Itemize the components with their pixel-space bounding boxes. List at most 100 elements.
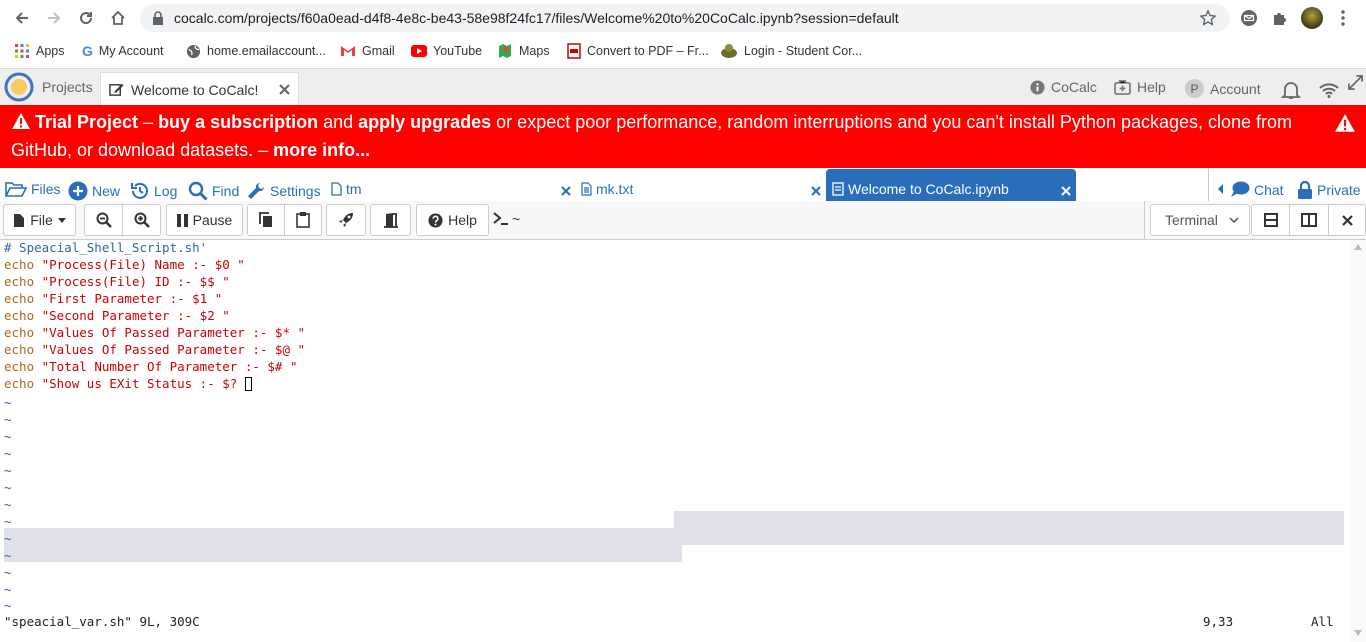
extension-mail-icon[interactable]	[1240, 9, 1258, 27]
rocket-icon	[338, 212, 354, 228]
terminal-prompt-label: ~	[493, 211, 520, 227]
file-menu-button[interactable]: File	[3, 204, 76, 236]
terminal-line-6: echo "Values Of Passed Parameter :- $* "	[4, 325, 306, 340]
chat-button[interactable]: Chat	[1230, 181, 1284, 198]
file-tab-welcome[interactable]: Welcome to CoCalc!	[100, 72, 299, 106]
copy-button[interactable]	[247, 204, 285, 236]
medkit-icon	[1114, 79, 1131, 95]
file-tab-tm[interactable]: tm	[331, 181, 362, 197]
pause-icon	[176, 213, 188, 227]
youtube-icon	[411, 45, 427, 57]
apply-upgrades-link[interactable]: apply upgrades	[358, 112, 491, 132]
star-icon[interactable]	[1199, 9, 1217, 27]
find-tab[interactable]: Find	[188, 181, 239, 201]
empty-line-marker: ~	[4, 531, 12, 546]
question-circle-icon	[428, 212, 443, 228]
empty-line-marker: ~	[4, 446, 12, 461]
split-vertical-icon	[1301, 213, 1317, 227]
terminal-line-7: echo "Values Of Passed Parameter :- $@ "	[4, 342, 306, 357]
zoom-out-icon	[96, 212, 112, 228]
chrome-menu-icon[interactable]	[1338, 9, 1348, 27]
projects-tab[interactable]: Projects	[0, 69, 100, 105]
status-cursor-position: 9,33	[1203, 614, 1234, 629]
bookmark-youtube[interactable]: YouTube	[411, 42, 482, 60]
clipboard-icon	[296, 212, 310, 228]
reload-icon[interactable]	[74, 6, 98, 30]
chevron-down-icon	[1229, 217, 1239, 223]
frame-type-select[interactable]: Terminal	[1150, 204, 1250, 236]
edit-icon	[109, 82, 124, 97]
scroll-up-arrow-icon[interactable]	[1354, 244, 1362, 250]
terminal-line-2: echo "Process(File) Name :- $0 "	[4, 257, 245, 272]
extensions-puzzle-icon[interactable]	[1271, 9, 1289, 27]
student-portal-icon	[720, 43, 738, 59]
account-avatar: P	[1185, 79, 1204, 98]
private-button[interactable]: Private	[1297, 181, 1361, 199]
tab-divider	[1208, 168, 1209, 201]
files-tab[interactable]: Files	[5, 181, 61, 197]
profile-avatar[interactable]	[1301, 7, 1323, 29]
split-horizontal-icon	[1263, 213, 1278, 227]
globe-icon	[186, 44, 201, 59]
paste-button[interactable]	[284, 204, 322, 236]
close-tm-tab-icon[interactable]	[561, 186, 571, 196]
file-tab-welcome-ipynb-label: Welcome to CoCalc.ipynb	[832, 181, 1009, 197]
close-tab-icon[interactable]	[279, 84, 290, 95]
bookmark-convert-pdf[interactable]: Convert to PDF – Fr...	[567, 42, 709, 60]
bookmark-login-student[interactable]: Login - Student Cor...	[720, 42, 862, 60]
fullscreen-icon[interactable]	[1348, 75, 1363, 90]
notifications-bell-icon[interactable]	[1281, 80, 1301, 100]
forward-icon[interactable]	[42, 6, 66, 30]
bookmark-maps[interactable]: Maps	[497, 42, 550, 60]
plus-circle-icon	[68, 181, 88, 201]
terminal-scrollbar[interactable]	[1350, 240, 1366, 642]
vim-status-line: "speacial_var.sh" 9L, 309C 9,33 All	[4, 613, 1344, 630]
door-icon	[383, 212, 399, 228]
empty-line-marker: ~	[4, 514, 12, 529]
account-link[interactable]: P Account	[1185, 79, 1261, 98]
split-horizontal-button[interactable]	[1251, 204, 1290, 236]
bookmark-home-emailaccount[interactable]: home.emailaccount...	[186, 42, 326, 60]
chevron-left-icon[interactable]	[1218, 184, 1224, 194]
close-mk-tab-icon[interactable]	[811, 186, 821, 196]
log-tab[interactable]: Log	[130, 181, 177, 201]
google-g-icon: G	[82, 43, 93, 59]
folder-open-icon	[5, 181, 27, 197]
terminal-line-5: echo "Second Parameter :- $2 "	[4, 308, 230, 323]
connection-wifi-icon[interactable]	[1318, 82, 1340, 98]
zoom-in-icon	[134, 212, 150, 228]
chat-bubble-icon	[1230, 181, 1250, 198]
zoom-in-button[interactable]	[122, 204, 161, 236]
more-info-link[interactable]: more info...	[273, 140, 370, 160]
bookmark-gmail[interactable]: Gmail	[340, 42, 395, 60]
rocket-button[interactable]	[326, 204, 366, 236]
close-welcome-tab-icon[interactable]	[1061, 186, 1071, 196]
file-tab-mk[interactable]: mk.txt	[581, 181, 633, 197]
url-text[interactable]: cocalc.com/projects/f60a0ead-d4f8-4e8c-b…	[174, 10, 899, 26]
bookmark-apps[interactable]: Apps	[14, 42, 65, 60]
lock-icon	[152, 11, 164, 25]
history-icon	[130, 181, 150, 201]
file-icon	[331, 182, 342, 196]
settings-tab[interactable]: Settings	[246, 181, 321, 201]
empty-line-marker: ~	[4, 548, 12, 563]
terminal-line-4: echo "First Parameter :- $1 "	[4, 291, 223, 306]
terminal-line-9: echo "Show us EXit Status :- $?	[4, 375, 252, 392]
scroll-down-arrow-icon[interactable]	[1354, 630, 1362, 636]
close-frame-button[interactable]	[1328, 204, 1366, 236]
pause-button[interactable]: Pause	[166, 204, 243, 236]
empty-line-marker: ~	[4, 412, 12, 427]
new-tab[interactable]: New	[68, 181, 120, 201]
bookmark-my-account[interactable]: G My Account	[82, 42, 164, 60]
split-vertical-button[interactable]	[1289, 204, 1329, 236]
home-icon[interactable]	[106, 6, 130, 30]
help-link[interactable]: Help	[1114, 79, 1166, 95]
help-button[interactable]: Help	[416, 204, 489, 236]
back-icon[interactable]	[10, 6, 34, 30]
file-text-icon	[581, 182, 592, 196]
zoom-out-button[interactable]	[84, 204, 123, 236]
cocalc-info-link[interactable]: CoCalc	[1030, 79, 1097, 95]
exit-button[interactable]	[370, 204, 411, 236]
trial-banner-text: Trial Project – buy a subscription and a…	[11, 112, 1293, 160]
buy-subscription-link[interactable]: buy a subscription	[158, 112, 318, 132]
